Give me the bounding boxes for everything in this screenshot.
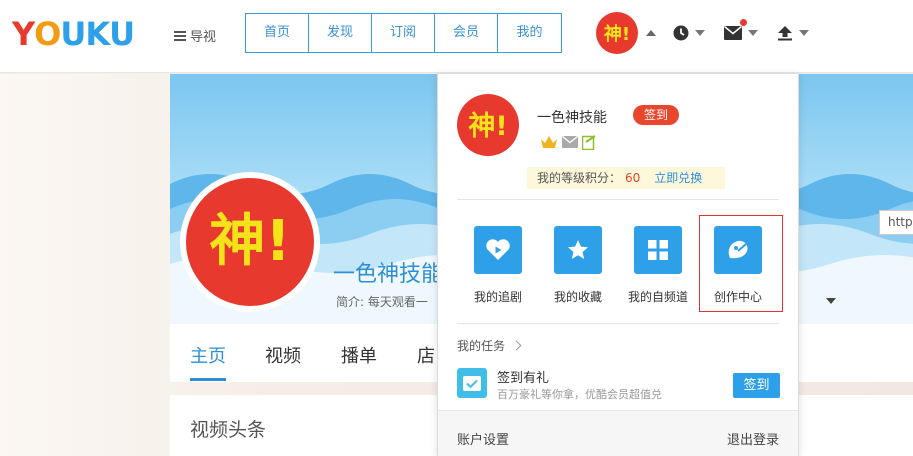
quick-link-label: 我的自频道	[627, 290, 688, 304]
section-title: 视频头条	[190, 419, 267, 441]
logo-letter: U	[109, 15, 135, 53]
profile-tab-home[interactable]: 主页	[190, 342, 226, 368]
logo-letter: K	[85, 15, 110, 53]
tasks-heading: 我的任务	[457, 339, 506, 353]
avatar-text: 神!	[209, 209, 291, 274]
menu-icon	[174, 30, 186, 41]
profile-name[interactable]: 一色神技能	[333, 256, 437, 288]
quick-link-label: 我的收藏	[553, 290, 602, 304]
star-icon	[554, 226, 602, 274]
logo-letter: O	[34, 15, 61, 53]
history-button[interactable]	[673, 22, 705, 44]
profile-tab-playlists[interactable]: 播单	[341, 342, 377, 368]
highlight-box	[699, 215, 783, 312]
level-points-bar: 我的等级积分： 60 立即兑换	[527, 167, 725, 189]
account-settings-link[interactable]: 账户设置	[457, 429, 509, 448]
level-crown-icon[interactable]	[540, 134, 558, 150]
url-tooltip: http	[879, 210, 913, 235]
message-envelope-icon	[724, 26, 742, 40]
divider	[457, 323, 779, 324]
logout-link[interactable]: 退出登录	[727, 429, 779, 448]
calendar-task-icon	[457, 368, 487, 398]
tab-home[interactable]: 首页	[246, 14, 309, 52]
avatar-text: 神!	[604, 23, 630, 45]
dropdown-footer: 账户设置 退出登录	[438, 410, 798, 456]
top-bar: Y O U K U 导视 首页 发现 订阅 会员 我的 神!	[0, 0, 913, 73]
divider	[457, 199, 779, 200]
chevron-down-icon	[799, 30, 809, 36]
tab-subscriptions[interactable]: 订阅	[372, 14, 435, 52]
email-verify-icon[interactable]	[562, 136, 578, 148]
checkin-badge-button[interactable]: 签到	[633, 105, 679, 125]
more-caret-icon[interactable]	[826, 298, 836, 304]
task-description: 百万豪礼等你拿，优酷会员超值兑	[497, 388, 662, 401]
youku-logo[interactable]: Y O U K U	[12, 15, 135, 53]
dropdown-avatar[interactable]: 神!	[457, 94, 519, 156]
profile-avatar[interactable]: 神!	[180, 172, 320, 312]
quick-link-my-channel[interactable]: 我的自频道	[618, 226, 698, 305]
logo-letter: U	[60, 15, 86, 53]
profile-tab-store[interactable]: 店	[417, 342, 435, 368]
notification-dot	[740, 19, 747, 26]
avatar-text: 神!	[468, 111, 507, 142]
user-badges	[540, 134, 596, 150]
upload-button[interactable]	[777, 22, 809, 44]
history-clock-icon	[673, 25, 689, 41]
redeem-link[interactable]: 立即兑换	[654, 171, 702, 185]
chevron-down-icon	[695, 30, 705, 36]
task-checkin-button[interactable]: 签到	[733, 373, 780, 398]
logo-letter: Y	[12, 15, 35, 53]
main-nav-tabs: 首页 发现 订阅 会员 我的	[245, 13, 562, 53]
upload-icon	[778, 26, 792, 41]
tab-mine[interactable]: 我的	[498, 14, 561, 52]
profile-tab-videos[interactable]: 视频	[265, 342, 301, 368]
active-tab-underline	[190, 378, 226, 381]
quick-link-my-series[interactable]: 我的追剧	[458, 226, 538, 305]
dropdown-username[interactable]: 一色神技能	[537, 107, 607, 127]
heart-play-icon	[474, 226, 522, 274]
points-label: 我的等级积分：	[537, 171, 622, 185]
quick-link-favorites[interactable]: 我的收藏	[538, 226, 618, 305]
quick-link-label: 我的追剧	[473, 290, 522, 304]
points-value: 60	[625, 171, 641, 185]
guide-label: 导视	[190, 30, 217, 45]
messages-button[interactable]	[724, 19, 758, 44]
grid-icon	[634, 226, 682, 274]
user-dropdown-panel: 神! 一色神技能 签到 我的等级积分： 60 立即兑换 我的追剧 我的收藏 我的…	[437, 73, 799, 456]
my-tasks-link[interactable]: 我的任务	[457, 337, 522, 354]
user-avatar-button[interactable]: 神!	[596, 12, 638, 54]
profile-intro: 简介: 每天观看一	[336, 295, 428, 309]
caret-up-icon	[646, 30, 656, 36]
tab-discover[interactable]: 发现	[309, 14, 372, 52]
chevron-right-icon	[511, 340, 522, 351]
edit-note-icon[interactable]	[582, 134, 596, 150]
chevron-down-icon	[748, 30, 758, 36]
task-title: 签到有礼	[497, 371, 550, 386]
guide-button[interactable]: 导视	[174, 26, 216, 45]
tab-vip[interactable]: 会员	[435, 14, 498, 52]
